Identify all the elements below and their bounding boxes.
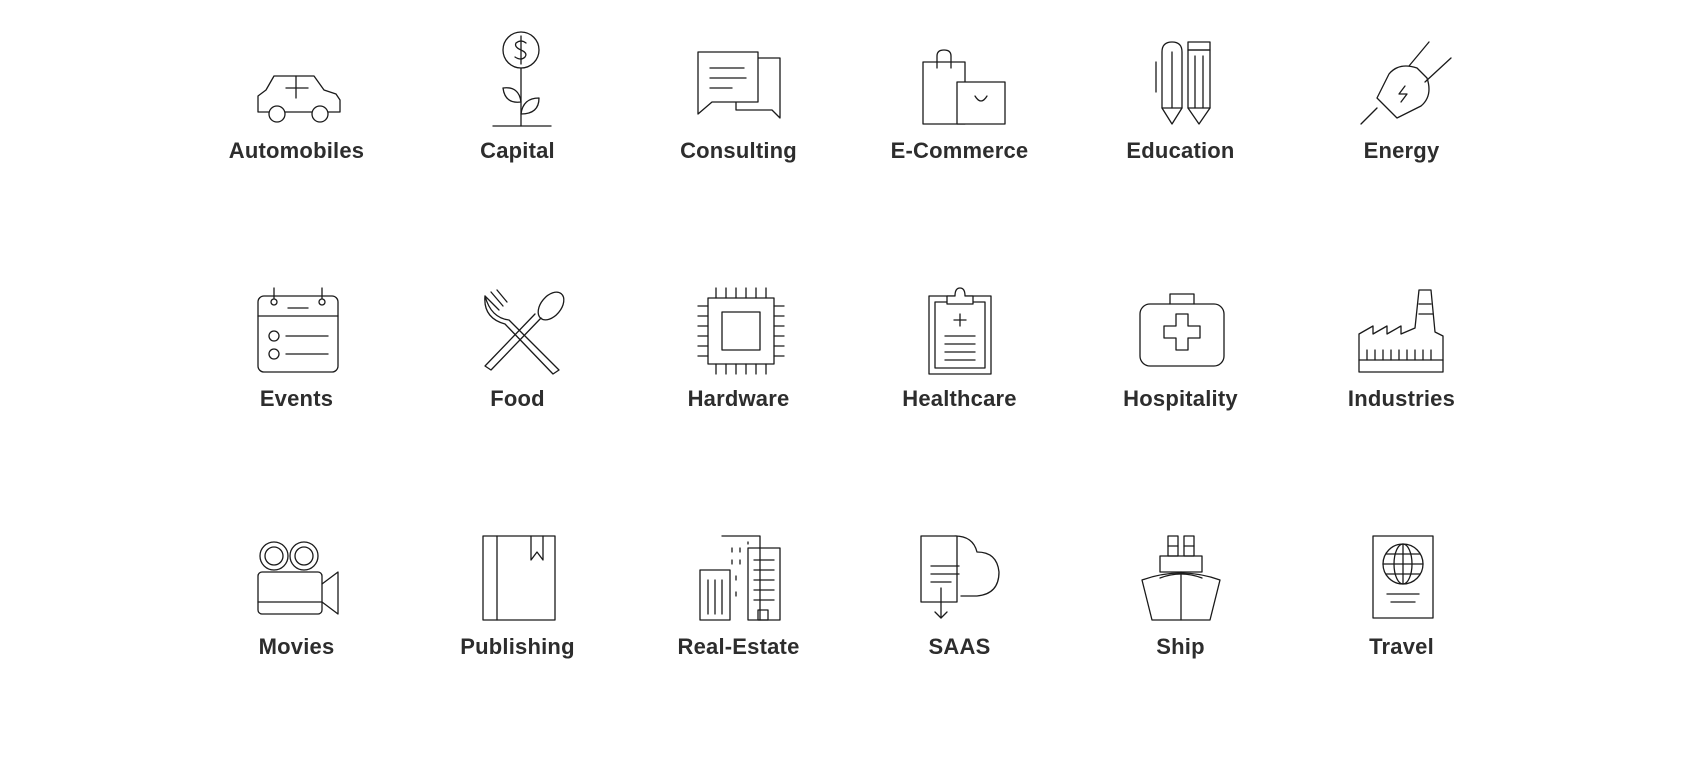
industry-label: Capital [480, 138, 555, 163]
industry-label: Industries [1347, 386, 1456, 411]
plug-icon [1347, 22, 1457, 128]
industry-tile-energy[interactable]: Energy [1291, 22, 1512, 270]
industry-label: Movies [258, 634, 335, 659]
movie-camera-icon [242, 518, 352, 624]
industry-label: Healthcare [902, 386, 1017, 411]
industry-label: Automobiles [228, 138, 365, 163]
ship-icon [1126, 518, 1236, 624]
industry-tile-healthcare[interactable]: Healthcare [849, 270, 1070, 518]
fork-spoon-icon [463, 270, 573, 376]
industry-tile-events[interactable]: Events [186, 270, 407, 518]
industry-label: SAAS [928, 634, 991, 659]
industry-tile-e-commerce[interactable]: E-Commerce [849, 22, 1070, 270]
industry-label: Events [259, 386, 334, 411]
clipboard-icon [905, 270, 1015, 376]
industry-label: Publishing [460, 634, 575, 659]
chat-bubbles-icon [684, 22, 794, 128]
buildings-icon [684, 518, 794, 624]
calendar-icon [242, 270, 352, 376]
industry-label: Consulting [680, 138, 797, 163]
industry-tile-food[interactable]: Food [407, 270, 628, 518]
first-aid-kit-icon [1126, 270, 1236, 376]
money-plant-icon [463, 22, 573, 128]
cloud-document-icon [905, 518, 1015, 624]
industry-tile-industries[interactable]: Industries [1291, 270, 1512, 518]
industry-label: Hospitality [1123, 386, 1238, 411]
industry-label: Ship [1156, 634, 1205, 659]
industry-tile-capital[interactable]: Capital [407, 22, 628, 270]
industry-tile-ship[interactable]: Ship [1070, 518, 1291, 766]
industry-tile-education[interactable]: Education [1070, 22, 1291, 270]
industry-tile-travel[interactable]: Travel [1291, 518, 1512, 766]
industry-tile-real-estate[interactable]: Real-Estate [628, 518, 849, 766]
industries-grid: Automobiles Capital Consulting E-Commerc… [186, 22, 1512, 766]
factory-icon [1347, 270, 1457, 376]
industry-label: Travel [1369, 634, 1434, 659]
industry-tile-hospitality[interactable]: Hospitality [1070, 270, 1291, 518]
book-icon [463, 518, 573, 624]
industry-tile-saas[interactable]: SAAS [849, 518, 1070, 766]
industry-label: Hardware [687, 386, 790, 411]
car-icon [242, 22, 352, 128]
industry-tile-hardware[interactable]: Hardware [628, 270, 849, 518]
industry-tile-movies[interactable]: Movies [186, 518, 407, 766]
industry-label: Energy [1363, 138, 1440, 163]
industry-label: E-Commerce [890, 138, 1029, 163]
industry-label: Food [490, 386, 545, 411]
industry-label: Real-Estate [677, 634, 800, 659]
pencils-icon [1126, 22, 1236, 128]
industry-tile-consulting[interactable]: Consulting [628, 22, 849, 270]
industry-label: Education [1126, 138, 1235, 163]
shopping-bags-icon [905, 22, 1015, 128]
industry-tile-automobiles[interactable]: Automobiles [186, 22, 407, 270]
industry-tile-publishing[interactable]: Publishing [407, 518, 628, 766]
passport-icon [1347, 518, 1457, 624]
chip-icon [684, 270, 794, 376]
